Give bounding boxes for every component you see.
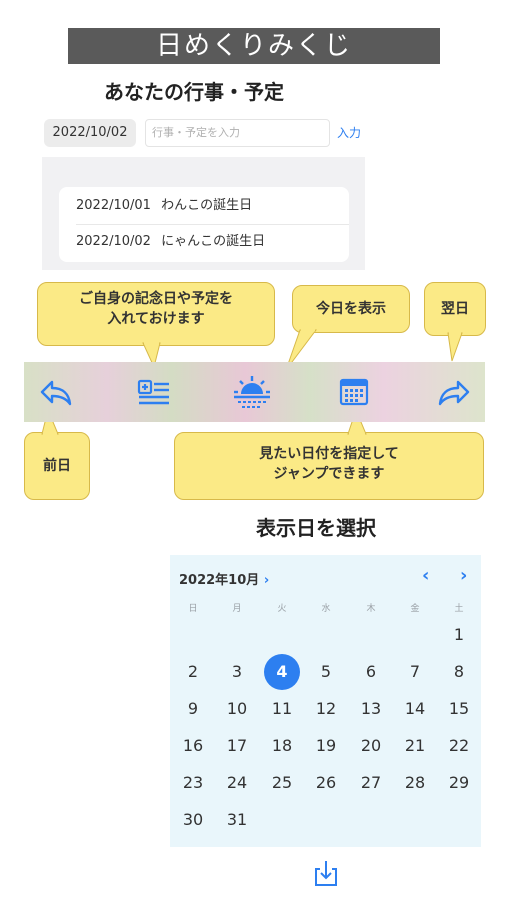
- event-date: 2022/10/01: [76, 198, 151, 213]
- calendar-day[interactable]: 14: [397, 691, 433, 727]
- calendar-icon: [339, 378, 369, 406]
- calendar-day[interactable]: 3: [219, 654, 255, 690]
- weekday-label: 日: [188, 604, 198, 614]
- calendar-day[interactable]: 19: [308, 728, 344, 764]
- share-download-icon: [315, 861, 337, 886]
- event-title: わんこの誕生日: [161, 198, 253, 213]
- entry-date-picker[interactable]: 2022/10/02: [44, 119, 136, 147]
- share-button[interactable]: [313, 858, 339, 888]
- tooltip-line: 見たい日付を指定して: [259, 446, 399, 462]
- tooltip-line: 前日: [43, 458, 71, 474]
- date-picker-calendar: 2022年10月 › ‹ › 日月火水木金土 1 2 3 4 5 6 7 8 9 10 11 12 13 1…: [170, 555, 481, 847]
- tooltip-line: 翌日: [441, 301, 469, 317]
- calendar-month-label: 2022年10月: [179, 573, 260, 588]
- calendar-day[interactable]: 13: [353, 691, 389, 727]
- calendar-day[interactable]: 16: [175, 728, 211, 764]
- prev-day-button[interactable]: [36, 372, 76, 412]
- event-item[interactable]: 2022/10/01 わんこの誕生日: [76, 193, 252, 219]
- calendar-day[interactable]: 2: [175, 654, 211, 690]
- calendar-button[interactable]: [334, 372, 374, 412]
- add-list-icon: [137, 379, 169, 405]
- next-day-button[interactable]: [434, 372, 474, 412]
- today-tooltip: 今日を表示: [292, 285, 410, 333]
- tooltip-line: ジャンプできます: [273, 466, 385, 482]
- forward-arrow-icon: [438, 380, 470, 406]
- calendar-day[interactable]: 11: [264, 691, 300, 727]
- calendar-day[interactable]: 31: [219, 802, 255, 838]
- event-divider: [76, 224, 349, 225]
- events-section-title: あなたの行事・予定: [104, 80, 284, 104]
- tooltip-line: 今日を表示: [316, 301, 386, 317]
- calendar-day[interactable]: 23: [175, 765, 211, 801]
- sunrise-icon: [234, 376, 270, 408]
- calendar-day[interactable]: 9: [175, 691, 211, 727]
- prev-day-tooltip: 前日: [24, 432, 90, 500]
- back-arrow-icon: [40, 380, 72, 406]
- event-date: 2022/10/02: [76, 234, 151, 249]
- calendar-day[interactable]: 7: [397, 654, 433, 690]
- calendar-next-month-button[interactable]: ›: [460, 565, 467, 586]
- event-title: にゃんこの誕生日: [161, 234, 266, 249]
- event-list: 2022/10/01 わんこの誕生日 2022/10/02 にゃんこの誕生日: [59, 187, 349, 262]
- calendar-day[interactable]: 10: [219, 691, 255, 727]
- calendar-day[interactable]: 8: [441, 654, 477, 690]
- calendar-day-selected[interactable]: 4: [264, 654, 300, 690]
- today-button[interactable]: [232, 372, 272, 412]
- chevron-right-icon: ›: [263, 573, 270, 588]
- tooltip-line: ご自身の記念日や予定を: [79, 291, 233, 307]
- add-events-button[interactable]: [134, 372, 174, 412]
- calendar-day[interactable]: 12: [308, 691, 344, 727]
- tooltip-line: 入れておけます: [107, 311, 205, 327]
- calendar-prev-month-button[interactable]: ‹: [422, 565, 429, 586]
- weekday-label: 木: [366, 604, 376, 614]
- calendar-day[interactable]: 21: [397, 728, 433, 764]
- event-input[interactable]: 行事・予定を入力: [145, 119, 330, 147]
- calendar-jump-tooltip: 見たい日付を指定して ジャンプできます: [174, 432, 484, 500]
- calendar-day[interactable]: 30: [175, 802, 211, 838]
- calendar-day[interactable]: 27: [353, 765, 389, 801]
- weekday-label: 金: [410, 604, 420, 614]
- calendar-day[interactable]: 22: [441, 728, 477, 764]
- event-item[interactable]: 2022/10/02 にゃんこの誕生日: [76, 229, 265, 255]
- calendar-day[interactable]: 6: [353, 654, 389, 690]
- calendar-day[interactable]: 1: [441, 617, 477, 653]
- weekday-label: 月: [232, 604, 242, 614]
- calendar-day[interactable]: 15: [441, 691, 477, 727]
- date-select-title: 表示日を選択: [256, 516, 376, 540]
- next-day-tooltip: 翌日: [424, 282, 486, 336]
- calendar-day[interactable]: 26: [308, 765, 344, 801]
- calendar-day[interactable]: 5: [308, 654, 344, 690]
- calendar-day[interactable]: 17: [219, 728, 255, 764]
- calendar-day[interactable]: 20: [353, 728, 389, 764]
- add-events-tooltip: ご自身の記念日や予定を 入れておけます: [37, 282, 275, 346]
- calendar-day[interactable]: 25: [264, 765, 300, 801]
- weekday-label: 火: [277, 604, 287, 614]
- calendar-month-selector[interactable]: 2022年10月 ›: [179, 569, 269, 588]
- app-banner: 日めくりみくじ: [68, 28, 440, 64]
- calendar-day[interactable]: 29: [441, 765, 477, 801]
- calendar-day[interactable]: 28: [397, 765, 433, 801]
- calendar-day[interactable]: 24: [219, 765, 255, 801]
- calendar-day[interactable]: 18: [264, 728, 300, 764]
- weekday-label: 水: [321, 604, 331, 614]
- toolbar: [24, 362, 485, 422]
- weekday-label: 土: [454, 604, 464, 614]
- event-submit-button[interactable]: 入力: [337, 119, 361, 147]
- event-list-panel: 2022/10/01 わんこの誕生日 2022/10/02 にゃんこの誕生日: [42, 157, 365, 270]
